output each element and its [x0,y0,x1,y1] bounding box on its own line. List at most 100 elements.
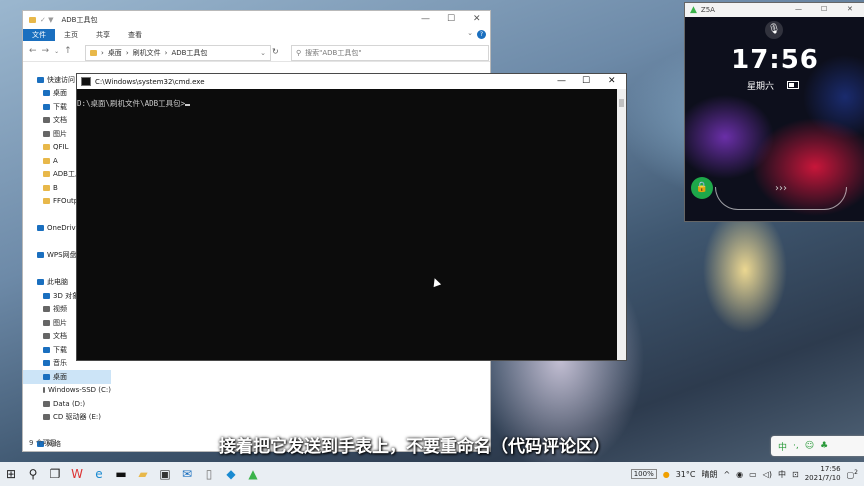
nav-item-label: QFIL [53,143,69,152]
star-icon [37,76,44,83]
ime-toolbar[interactable]: 中 ·, ☺ ♣ [771,436,864,456]
file-explorer-icon[interactable]: ▰ [132,463,154,485]
breadcrumb-adb[interactable]: ADB工具包 [171,48,207,58]
phone-maximize-button[interactable]: ☐ [821,5,827,13]
help-icon[interactable]: ? [477,30,486,39]
nav-item-label: 音乐 [53,359,67,368]
cmd-console[interactable]: D:\桌面\刷机文件\ADB工具包> [77,98,191,109]
address-dropdown-icon[interactable]: ⌄ [260,49,270,57]
android-icon: ▲ [690,5,697,15]
phone-lockscreen[interactable]: 🎙 17:56 星期六 ››› 🔒 [685,17,864,221]
breadcrumb-flash-files[interactable]: 刷机文件 [133,48,161,58]
folder-icon [43,184,50,191]
phone-close-button[interactable]: ✕ [847,5,853,13]
folder-icon [43,171,50,178]
network-icon[interactable]: ▭ [749,470,757,479]
disc-icon [43,414,50,421]
notification-center-icon[interactable]: ▢2 [847,469,858,480]
cloud-icon [37,252,44,259]
ime-emoji-icon[interactable]: ☺ [805,441,814,451]
cmd-scrollbar[interactable] [617,89,626,360]
address-bar[interactable]: › 桌面 › 刷机文件 › ADB工具包 ⌄ [85,45,271,61]
desktop-icon [43,373,50,380]
nav-item[interactable]: Data (D:) [23,397,111,411]
battery-badge[interactable]: 100% [630,469,657,479]
ime-chinese-mode[interactable]: 中 [778,440,787,453]
weather-text[interactable]: 晴朗 [701,469,717,480]
lockscreen-day: 星期六 [747,82,775,92]
ime-settings-icon[interactable]: ⊡ [792,470,799,479]
nav-item[interactable]: 桌面 [23,370,111,384]
swipe-arrows-icon: ››› [775,183,787,194]
expand-ribbon-icon[interactable]: ⌄ [467,29,477,41]
tray-app-icon[interactable]: ◉ [736,470,743,479]
nav-item[interactable]: CD 驱动器 (E:) [23,411,111,425]
tab-home[interactable]: 主页 [55,29,87,41]
volume-icon[interactable]: ◁) [763,470,772,479]
feishu-icon[interactable]: ◆ [220,463,242,485]
folder-icon [43,144,50,151]
phone-minimize-button[interactable]: — [795,5,802,13]
microphone-icon[interactable]: 🎙 [765,21,783,39]
weather-sun-icon: ● [662,469,670,479]
store-icon[interactable]: ▣ [154,463,176,485]
cmd-window[interactable]: C:\Windows\system32\cmd.exe — ☐ ✕ D:\桌面\… [76,73,627,361]
ime-mode-indicator[interactable]: 中 [778,469,786,480]
cmd-minimize-button[interactable]: — [557,76,566,86]
nav-item-label: 桌面 [53,372,67,381]
breadcrumb-desktop[interactable]: 桌面 [108,48,122,58]
search-icon[interactable]: ⚲ [22,463,44,485]
tab-share[interactable]: 共享 [87,29,119,41]
quick-access-toolbar[interactable]: ✓ ▼ [40,16,53,24]
nav-item-label: 视频 [53,305,67,314]
phone-mirror-window[interactable]: ▲ Z5A — ☐ ✕ 🎙 17:56 星期六 ››› 🔒 [684,2,864,222]
phone-titlebar[interactable]: ▲ Z5A — ☐ ✕ [685,3,864,17]
nav-item-label: 图片 [53,318,67,327]
breadcrumb-sep: › [125,49,129,57]
nav-item-label: 图片 [53,129,67,138]
taskbar: ⊞ ⚲ ❐ W e ▬ ▰ ▣ ✉ ▯ ◆ ▲ 100% ● 31°C 晴朗 ^… [0,462,864,486]
cmd-icon[interactable]: ▬ [110,463,132,485]
mail-icon[interactable]: ✉ [176,463,198,485]
taskbar-clock[interactable]: 17:56 2021/7/10 [805,465,841,483]
show-hidden-icons[interactable]: ^ [723,470,730,479]
tab-view[interactable]: 查看 [119,29,151,41]
maximize-button[interactable]: ☐ [447,14,455,24]
nav-item-label: 快速访问 [47,75,75,84]
search-input[interactable]: ⚲ 搜索"ADB工具包" [291,45,489,61]
refresh-icon[interactable]: ↻ [272,47,279,56]
drive-icon [43,387,46,394]
music-icon [43,360,50,367]
task-view-icon[interactable]: ❐ [44,463,66,485]
ime-punctuation[interactable]: ·, [793,441,799,451]
nav-item[interactable]: Windows-SSD (C:) [23,384,111,398]
notepad-icon[interactable]: ▯ [198,463,220,485]
tab-file[interactable]: 文件 [23,29,55,41]
text-caret [185,104,191,106]
minimize-button[interactable]: — [421,14,430,24]
back-icon[interactable]: ← [29,46,37,56]
wps-icon[interactable]: W [66,463,88,485]
unlock-lock-icon[interactable]: 🔒 [691,177,713,199]
cmd-maximize-button[interactable]: ☐ [582,76,590,86]
clock-time: 17:56 [820,465,841,473]
cmd-close-button[interactable]: ✕ [608,76,616,86]
nav-item-label: WPS网盘 [47,251,77,260]
windows-start-icon[interactable]: ⊞ [0,463,22,485]
lockscreen-time: 17:56 [731,45,819,75]
close-button[interactable]: ✕ [473,14,481,24]
explorer-titlebar[interactable]: ✓ ▼ ADB工具包 — ☐ ✕ [23,11,490,29]
up-icon[interactable]: ↑ [64,46,72,56]
status-bar-count: 9 个项目 [29,439,57,447]
cmd-titlebar[interactable]: C:\Windows\system32\cmd.exe — ☐ ✕ [77,74,626,89]
scrollbar-thumb[interactable] [619,99,624,107]
nav-item-label: 下载 [53,345,67,354]
forward-icon[interactable]: → [42,46,50,56]
edge-icon[interactable]: e [88,463,110,485]
weather-temp[interactable]: 31°C [676,470,696,479]
video-icon [43,306,50,313]
ime-skin-icon[interactable]: ♣ [820,441,828,451]
recent-locations-icon[interactable]: ⌄ [54,48,59,55]
explorer-title: ADB工具包 [61,16,98,24]
android-icon[interactable]: ▲ [242,463,264,485]
